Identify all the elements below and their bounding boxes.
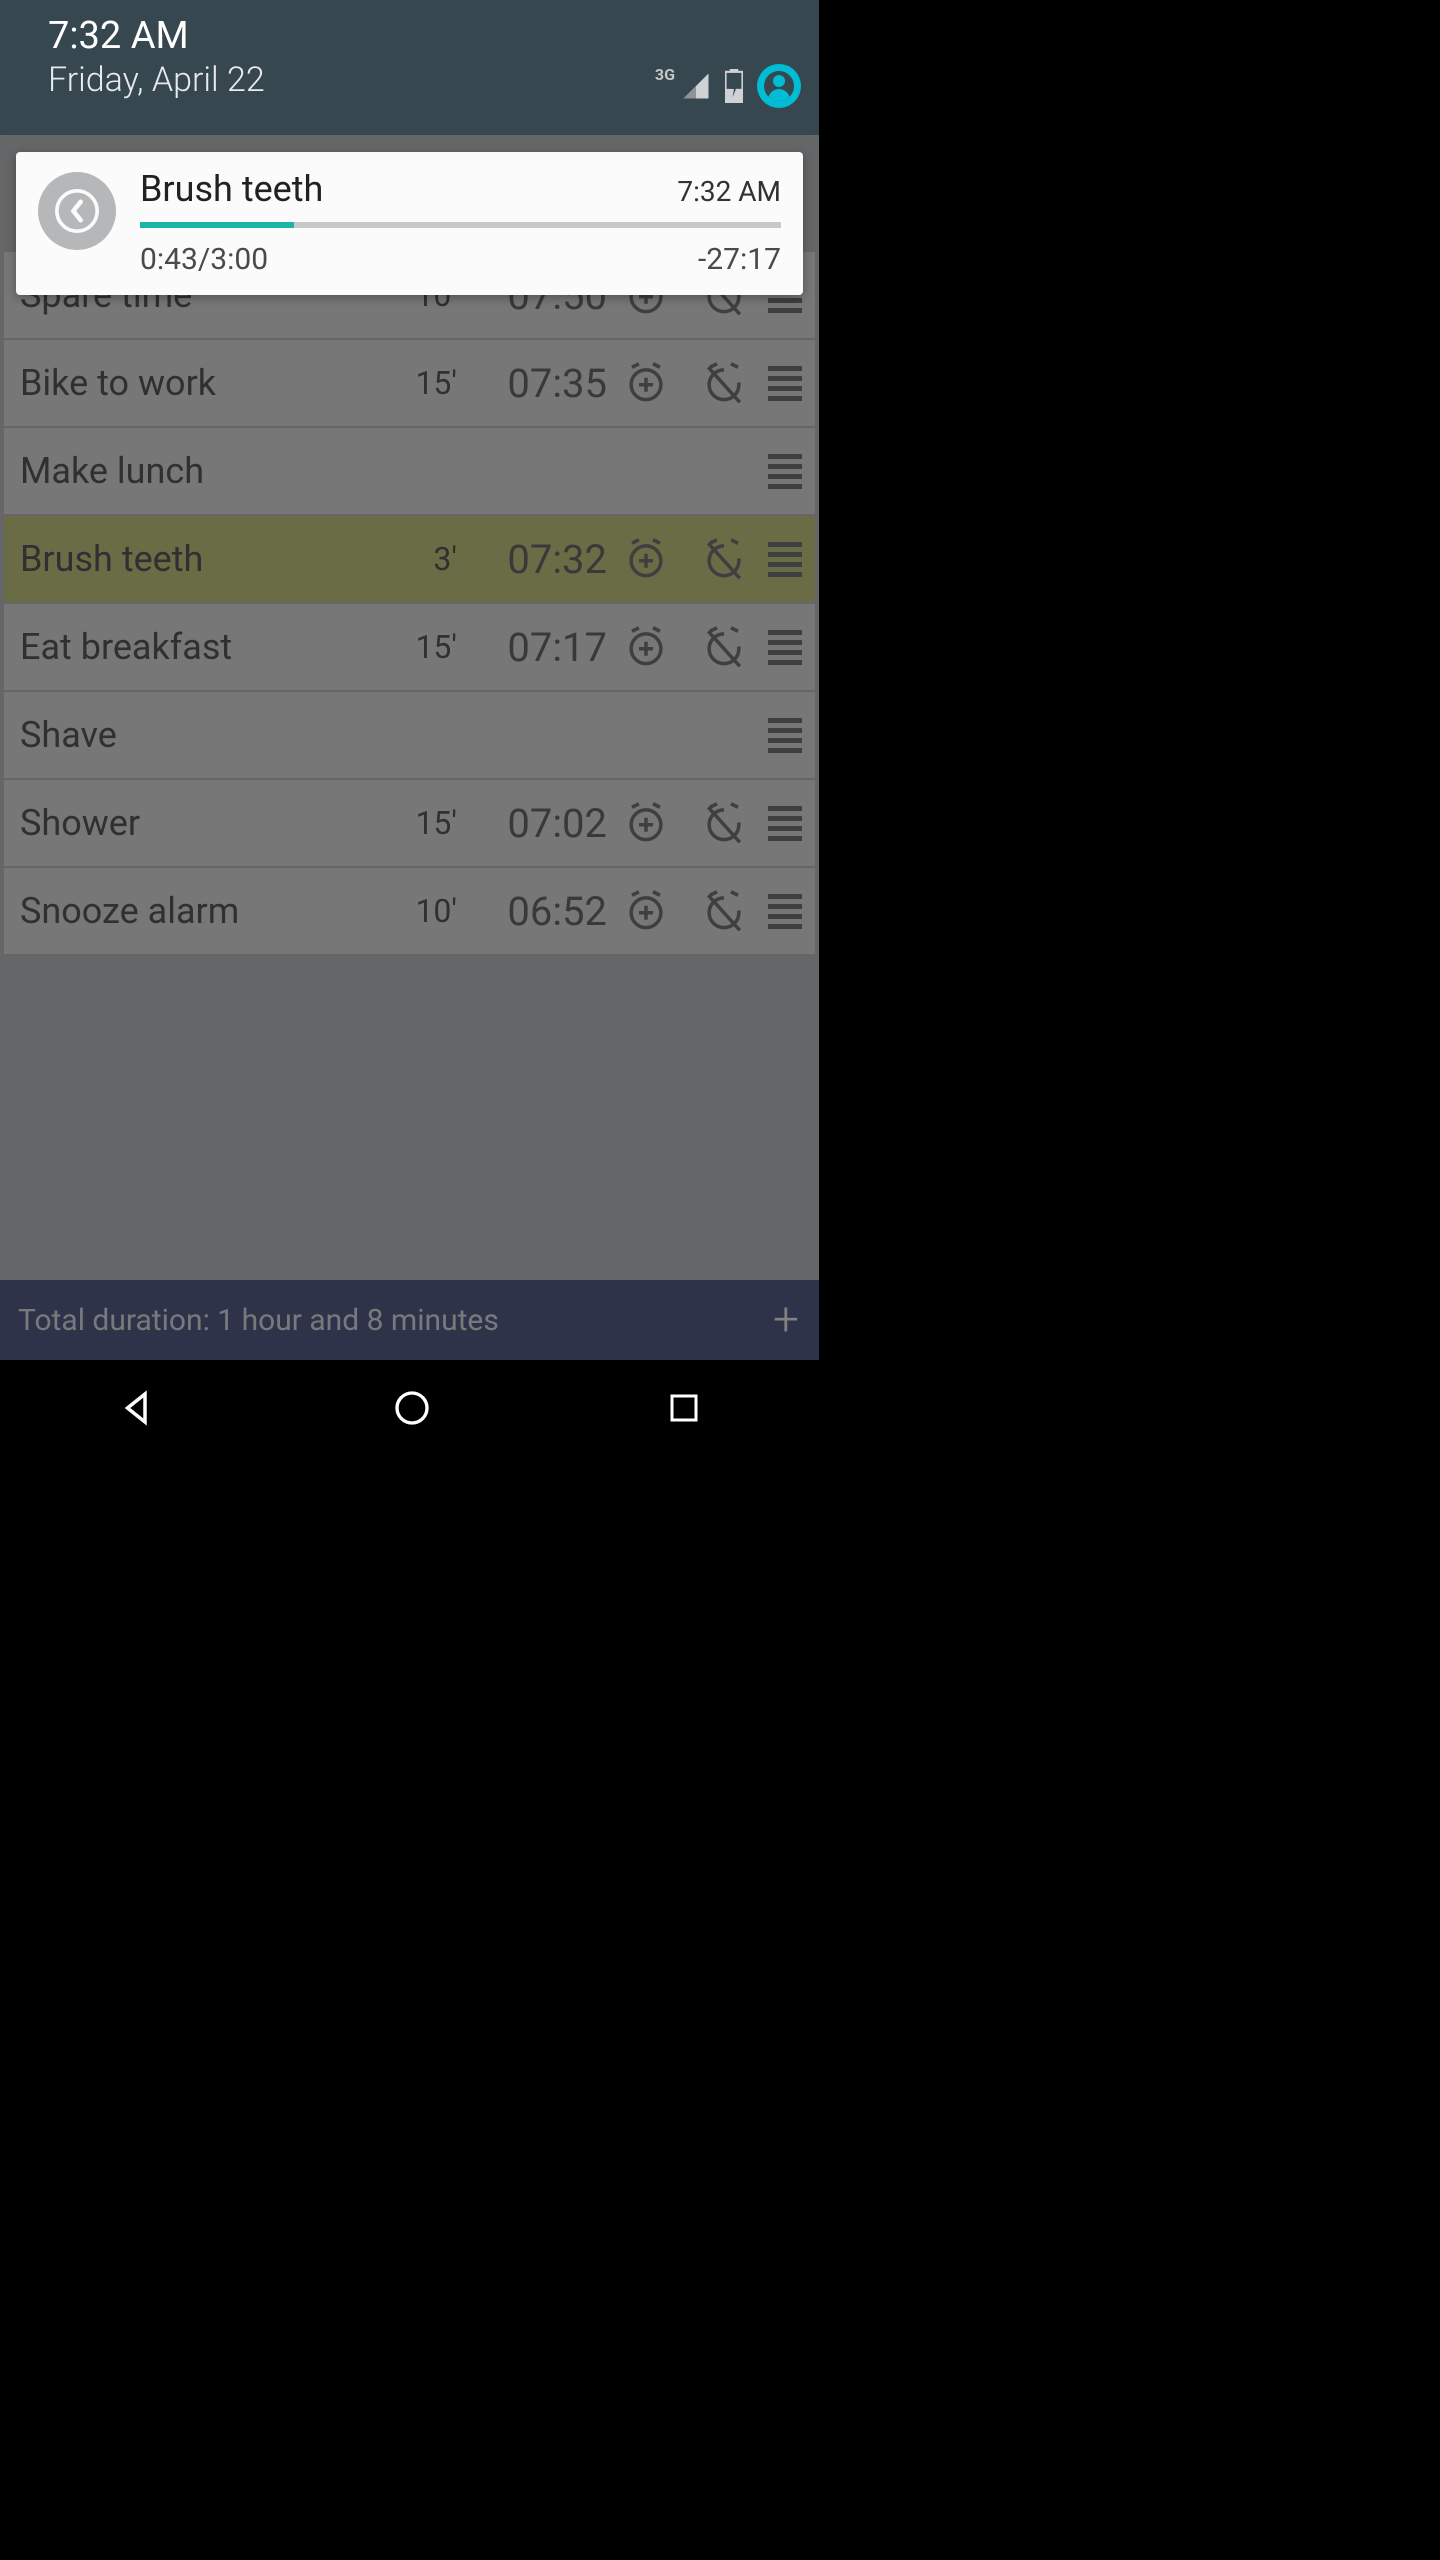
task-row[interactable]: Shower 15' 07:02 — [4, 780, 815, 866]
alarm-off-icon[interactable] — [685, 802, 763, 844]
notification-title: Brush teeth — [140, 168, 323, 210]
task-row[interactable]: Make lunch — [4, 428, 815, 514]
overview-button[interactable] — [666, 1390, 702, 1426]
signal-icon — [681, 71, 711, 101]
task-row[interactable]: Snooze alarm 10' 06:52 — [4, 868, 815, 954]
drag-handle-icon[interactable] — [763, 542, 807, 577]
task-time: 07:02 — [457, 800, 607, 847]
task-duration: 3' — [401, 540, 457, 578]
task-label: Brush teeth — [20, 538, 401, 580]
android-nav-bar — [0, 1360, 819, 1456]
task-duration: 10' — [401, 892, 457, 930]
drag-handle-icon[interactable] — [763, 718, 807, 753]
alarm-add-icon[interactable] — [607, 538, 685, 580]
notification-shade-header[interactable]: 7:32 AM Friday, April 22 3G — [0, 0, 819, 135]
notification-time: 7:32 AM — [677, 175, 781, 208]
task-label: Snooze alarm — [20, 890, 401, 932]
notification-card[interactable]: Brush teeth 7:32 AM 0:43/3:00 -27:17 — [16, 152, 803, 295]
task-duration: 15' — [401, 628, 457, 666]
drag-handle-icon[interactable] — [763, 366, 807, 401]
task-label: Shower — [20, 802, 401, 844]
battery-charging-icon — [725, 69, 743, 103]
shade-date: Friday, April 22 — [48, 60, 265, 100]
task-row[interactable]: Shave — [4, 692, 815, 778]
drag-handle-icon[interactable] — [763, 806, 807, 841]
network-label: 3G — [655, 65, 675, 84]
task-time: 06:52 — [457, 888, 607, 935]
drag-handle-icon[interactable] — [763, 454, 807, 489]
task-time: 07:17 — [457, 624, 607, 671]
alarm-add-icon[interactable] — [607, 626, 685, 668]
task-time: 07:32 — [457, 536, 607, 583]
task-label: Eat breakfast — [20, 626, 401, 668]
task-row[interactable]: Eat breakfast 15' 07:17 — [4, 604, 815, 690]
notification-progress-bar — [140, 222, 781, 228]
alarm-off-icon[interactable] — [685, 626, 763, 668]
footer-bar: Total duration: 1 hour and 8 minutes + — [0, 1280, 819, 1360]
home-button[interactable] — [392, 1388, 432, 1428]
task-label: Shave — [20, 714, 401, 756]
task-row[interactable]: Brush teeth 3' 07:32 — [4, 516, 815, 602]
alarm-off-icon[interactable] — [685, 538, 763, 580]
back-button[interactable] — [117, 1387, 159, 1429]
notification-app-icon — [38, 172, 116, 250]
task-label: Make lunch — [20, 450, 401, 492]
task-duration: 15' — [401, 364, 457, 402]
notification-remaining: -27:17 — [698, 242, 781, 277]
alarm-add-icon[interactable] — [607, 362, 685, 404]
drag-handle-icon[interactable] — [763, 894, 807, 929]
task-time: 07:35 — [457, 360, 607, 407]
shade-time: 7:32 AM — [48, 14, 265, 58]
add-button[interactable]: + — [773, 1293, 799, 1347]
total-duration-label: Total duration: 1 hour and 8 minutes — [18, 1303, 499, 1338]
alarm-off-icon[interactable] — [685, 890, 763, 932]
profile-avatar-icon[interactable] — [757, 64, 801, 108]
task-row[interactable]: Bike to work 15' 07:35 — [4, 340, 815, 426]
alarm-add-icon[interactable] — [607, 890, 685, 932]
drag-handle-icon[interactable] — [763, 630, 807, 665]
task-duration: 15' — [401, 804, 457, 842]
alarm-add-icon[interactable] — [607, 802, 685, 844]
alarm-off-icon[interactable] — [685, 362, 763, 404]
notification-elapsed: 0:43/3:00 — [140, 242, 268, 277]
task-list: Spare time 10' 07:50 Bike to work 15' 07… — [4, 252, 815, 956]
task-label: Bike to work — [20, 362, 401, 404]
